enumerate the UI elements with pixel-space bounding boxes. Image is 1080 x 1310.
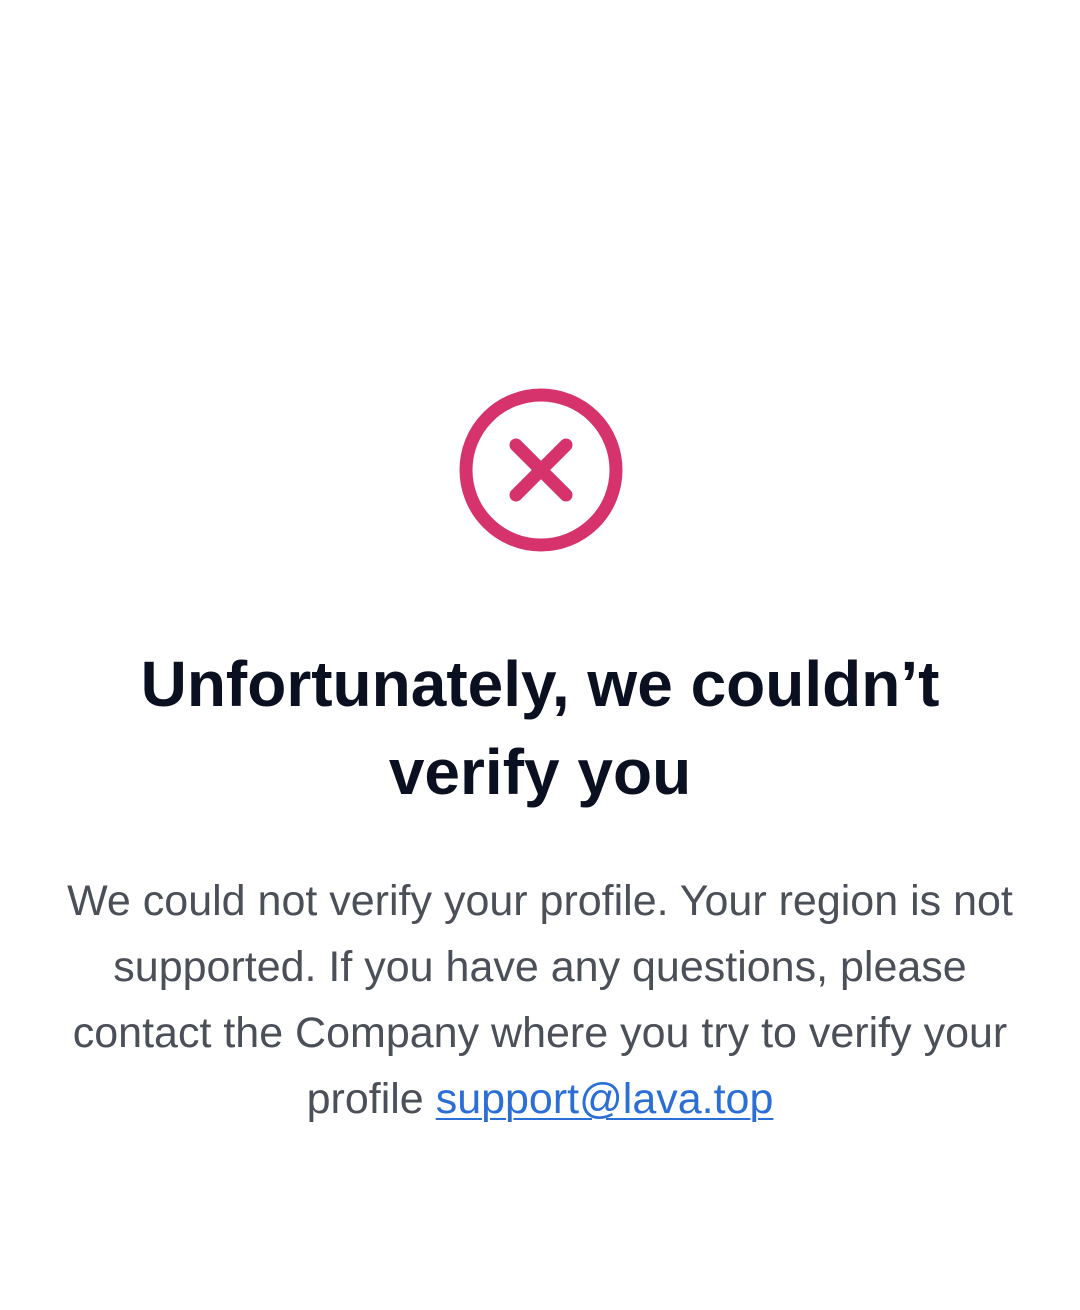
close-circle-icon <box>458 387 624 553</box>
support-email-link[interactable]: support@lava.top <box>436 1075 774 1123</box>
error-message: We could not verify your profile. Your r… <box>50 868 1030 1132</box>
verification-failed-screen: Unfortunately, we couldn’t verify you We… <box>0 0 1080 1310</box>
page-title: Unfortunately, we couldn’t verify you <box>140 648 940 808</box>
